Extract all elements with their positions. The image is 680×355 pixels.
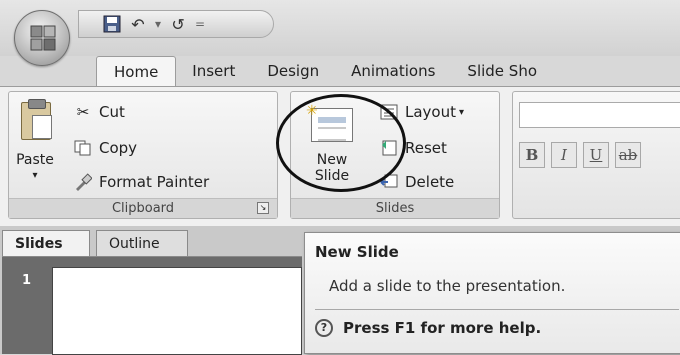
font-name-input[interactable]	[519, 102, 680, 128]
slides-group-label: Slides	[291, 198, 499, 218]
tab-insert[interactable]: Insert	[176, 56, 251, 86]
paste-button[interactable]: Paste ▾	[13, 98, 57, 190]
redo-icon[interactable]: ↺	[167, 13, 189, 35]
layout-dropdown-icon: ▾	[459, 106, 465, 118]
new-slide-tooltip: New Slide Add a slide to the presentatio…	[304, 232, 680, 354]
ribbon: Paste ▾ ✂ Cut Copy Format Painter Clipbo…	[0, 86, 680, 226]
slide-thumbnail-list: 1	[2, 256, 302, 355]
delete-button[interactable]: Delete	[379, 172, 454, 192]
save-icon[interactable]	[101, 13, 123, 35]
slide-number: 1	[22, 273, 32, 288]
brush-icon	[73, 172, 93, 192]
dialog-launcher-icon[interactable]: ↘	[257, 202, 269, 214]
ribbon-tabs: Home Insert Design Animations Slide Sho	[96, 56, 553, 86]
bold-button[interactable]: B	[519, 142, 545, 168]
tooltip-title: New Slide	[315, 243, 399, 261]
slide-thumbnail[interactable]	[52, 267, 302, 355]
layout-label: Layout	[405, 103, 456, 121]
font-group: B I U ab	[512, 91, 680, 219]
title-bar: ↶ ▾ ↺ =	[0, 0, 680, 66]
customize-qat-icon[interactable]: =	[195, 17, 205, 31]
cut-label: Cut	[99, 103, 125, 121]
reset-icon	[379, 138, 399, 158]
delete-label: Delete	[405, 173, 455, 191]
delete-slide-icon	[379, 172, 399, 192]
layout-icon	[379, 102, 399, 122]
clipboard-group-label: Clipboard	[9, 198, 277, 218]
new-slide-label: New Slide	[297, 152, 367, 184]
scissors-icon: ✂	[76, 103, 90, 121]
office-logo-icon	[30, 25, 56, 51]
reset-button[interactable]: Reset	[379, 138, 447, 158]
paste-label: Paste	[16, 152, 54, 168]
underline-button[interactable]: U	[583, 142, 609, 168]
help-icon: ?	[315, 319, 333, 337]
tab-slides[interactable]: Slides	[2, 230, 90, 256]
reset-label: Reset	[405, 139, 447, 157]
tab-design[interactable]: Design	[251, 56, 335, 86]
undo-icon[interactable]: ↶	[127, 13, 149, 35]
cut-button[interactable]: ✂ Cut	[73, 102, 125, 122]
copy-icon	[73, 138, 93, 158]
office-button[interactable]	[14, 10, 70, 66]
paste-dropdown-icon[interactable]: ▾	[13, 170, 57, 181]
tab-home[interactable]: Home	[96, 56, 177, 86]
strikethrough-button[interactable]: ab	[615, 142, 641, 168]
new-slide-label-line1: New	[316, 152, 348, 168]
paste-icon	[21, 99, 52, 140]
new-slide-label-line2: Slide	[314, 168, 350, 184]
sparkle-icon: ✳	[306, 103, 318, 119]
copy-label: Copy	[99, 139, 138, 157]
format-painter-label: Format Painter	[99, 173, 210, 191]
format-painter-button[interactable]: Format Painter	[73, 172, 209, 192]
pane-tabs: Outline Slides	[0, 230, 300, 256]
tab-animations[interactable]: Animations	[335, 56, 451, 86]
undo-dropdown-icon[interactable]: ▾	[155, 17, 161, 31]
new-slide-icon: ✳	[306, 103, 353, 142]
quick-access-toolbar: ↶ ▾ ↺ =	[78, 10, 274, 38]
tooltip-description: Add a slide to the presentation.	[329, 277, 566, 295]
tooltip-divider	[315, 309, 679, 310]
tooltip-help: ? Press F1 for more help.	[315, 319, 541, 337]
new-slide-button[interactable]: ✳ New Slide	[297, 102, 367, 194]
layout-button[interactable]: Layout ▾	[379, 102, 464, 122]
font-format-row: B I U ab	[519, 142, 641, 168]
clipboard-group: Paste ▾ ✂ Cut Copy Format Painter Clipbo…	[8, 91, 278, 219]
slides-group: ✳ New Slide Layout ▾ Reset Delete Slides	[290, 91, 500, 219]
tab-outline[interactable]: Outline	[96, 230, 188, 256]
tab-slide-show[interactable]: Slide Sho	[451, 56, 553, 86]
copy-button[interactable]: Copy	[73, 138, 137, 158]
tooltip-help-text: Press F1 for more help.	[343, 319, 542, 337]
italic-button[interactable]: I	[551, 142, 577, 168]
